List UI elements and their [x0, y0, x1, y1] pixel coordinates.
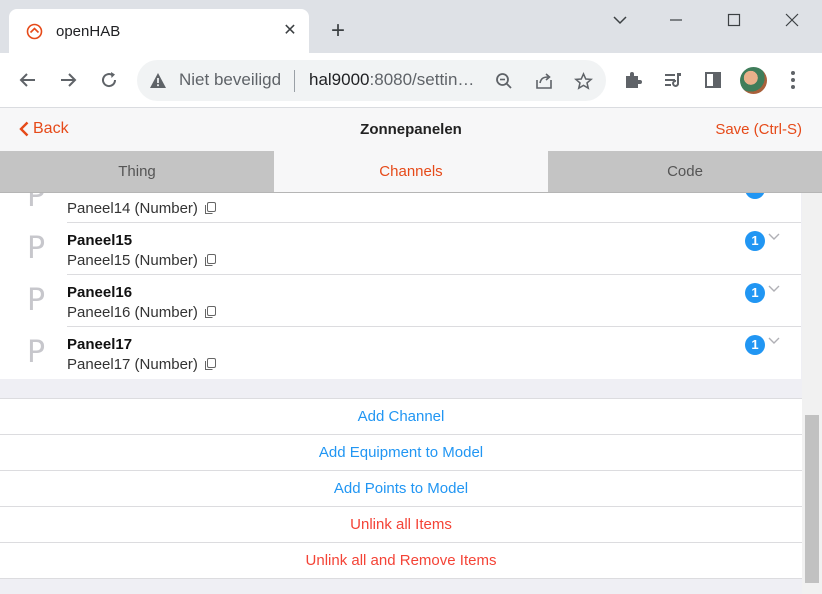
scrollbar-thumb[interactable] — [805, 415, 819, 583]
share-icon[interactable] — [533, 70, 555, 92]
item-subtitle-text: Paneel14 (Number) — [67, 200, 198, 217]
scrollbar[interactable] — [802, 193, 822, 594]
add-points-to-model-button[interactable]: Add Points to Model — [0, 471, 802, 507]
unlink-all-items-button[interactable]: Unlink all Items — [0, 507, 802, 543]
puzzle-icon[interactable] — [620, 67, 646, 93]
item-letter: P — [27, 283, 46, 318]
item-subtitle: Paneel17 (Number) — [67, 356, 216, 373]
chevron-down-icon[interactable] — [768, 337, 780, 345]
item-letter: P — [27, 193, 46, 214]
item-letter: P — [27, 335, 46, 370]
chevron-down-icon[interactable] — [768, 285, 780, 293]
security-label[interactable]: Niet beveiligd — [179, 70, 281, 90]
tab-code[interactable]: Code — [548, 151, 822, 192]
list-item[interactable]: P Paneel16 Paneel16 (Number) 1 — [0, 275, 801, 327]
item-subtitle: Paneel14 (Number) — [67, 200, 216, 217]
close-window-icon[interactable] — [777, 6, 807, 34]
add-channel-button[interactable]: Add Channel — [0, 399, 802, 435]
maximize-icon[interactable] — [719, 6, 749, 34]
plus-icon[interactable]: + — [327, 19, 349, 43]
item-subtitle-text: Paneel17 (Number) — [67, 356, 198, 373]
app-page: Back Zonnepanelen Save (Ctrl-S) Thing Ch… — [0, 108, 822, 594]
list-item[interactable]: P Paneel17 Paneel17 (Number) 1 — [0, 327, 801, 379]
item-title: Paneel17 — [67, 336, 133, 353]
item-title: Paneel15 — [67, 232, 133, 249]
tab-bar: Thing Channels Code — [0, 151, 822, 193]
navbar: Back Zonnepanelen Save (Ctrl-S) — [0, 108, 822, 152]
url-rest: :8080/settin… — [369, 70, 475, 89]
copy-icon[interactable] — [204, 202, 216, 215]
save-button[interactable]: Save (Ctrl-S) — [715, 121, 802, 138]
link-count-badge: 1 — [745, 193, 765, 199]
item-letter: P — [27, 231, 46, 266]
link-count-badge: 1 — [745, 283, 765, 303]
tab-thing[interactable]: Thing — [0, 151, 274, 192]
tab-channels[interactable]: Channels — [274, 151, 548, 192]
tab-title: openHAB — [56, 23, 121, 40]
unlink-and-remove-items-button[interactable]: Unlink all and Remove Items — [0, 543, 802, 579]
minimize-icon[interactable] — [661, 6, 691, 34]
item-subtitle-text: Paneel16 (Number) — [67, 304, 198, 321]
zoom-out-icon[interactable] — [493, 70, 515, 92]
close-icon[interactable]: ✕ — [281, 21, 299, 41]
avatar[interactable] — [740, 67, 767, 94]
page-title: Zonnepanelen — [360, 121, 462, 138]
item-subtitle: Paneel15 (Number) — [67, 252, 216, 269]
reload-icon[interactable] — [96, 67, 122, 93]
divider — [294, 70, 295, 92]
item-title: Paneel16 — [67, 284, 133, 301]
openhab-logo-icon — [26, 23, 43, 40]
channel-list: P Paneel14 (Number) 1 P Paneel15 Paneel1… — [0, 193, 801, 379]
browser-toolbar: Niet beveiligd hal9000:8080/settin… — [0, 53, 822, 108]
copy-icon[interactable] — [204, 254, 216, 267]
star-icon[interactable] — [572, 70, 594, 92]
address-bar[interactable]: Niet beveiligd hal9000:8080/settin… — [137, 60, 606, 101]
chevron-down-icon[interactable] — [605, 6, 635, 34]
arrow-left-icon[interactable] — [15, 67, 41, 93]
browser-titlebar: openHAB ✕ + — [0, 0, 822, 53]
copy-icon[interactable] — [204, 306, 216, 319]
media-queue-icon[interactable] — [660, 67, 686, 93]
chevron-down-icon[interactable] — [768, 233, 780, 241]
warning-icon[interactable] — [149, 72, 167, 89]
side-panel-icon[interactable] — [700, 67, 726, 93]
list-item[interactable]: P Paneel14 (Number) 1 — [0, 193, 801, 223]
list-item[interactable]: P Paneel15 Paneel15 (Number) 1 — [0, 223, 801, 275]
url-host: hal9000 — [309, 70, 370, 89]
add-equipment-to-model-button[interactable]: Add Equipment to Model — [0, 435, 802, 471]
link-count-badge: 1 — [745, 231, 765, 251]
channels-content: P Paneel14 (Number) 1 P Paneel15 Paneel1… — [0, 193, 802, 594]
link-count-badge: 1 — [745, 335, 765, 355]
browser-tab[interactable]: openHAB ✕ — [9, 9, 309, 53]
url-text[interactable]: hal9000:8080/settin… — [309, 70, 474, 90]
three-dots-icon[interactable] — [783, 67, 803, 93]
item-subtitle-text: Paneel15 (Number) — [67, 252, 198, 269]
copy-icon[interactable] — [204, 358, 216, 371]
arrow-right-icon[interactable] — [55, 67, 81, 93]
item-subtitle: Paneel16 (Number) — [67, 304, 216, 321]
actions-list: Add Channel Add Equipment to Model Add P… — [0, 398, 802, 579]
